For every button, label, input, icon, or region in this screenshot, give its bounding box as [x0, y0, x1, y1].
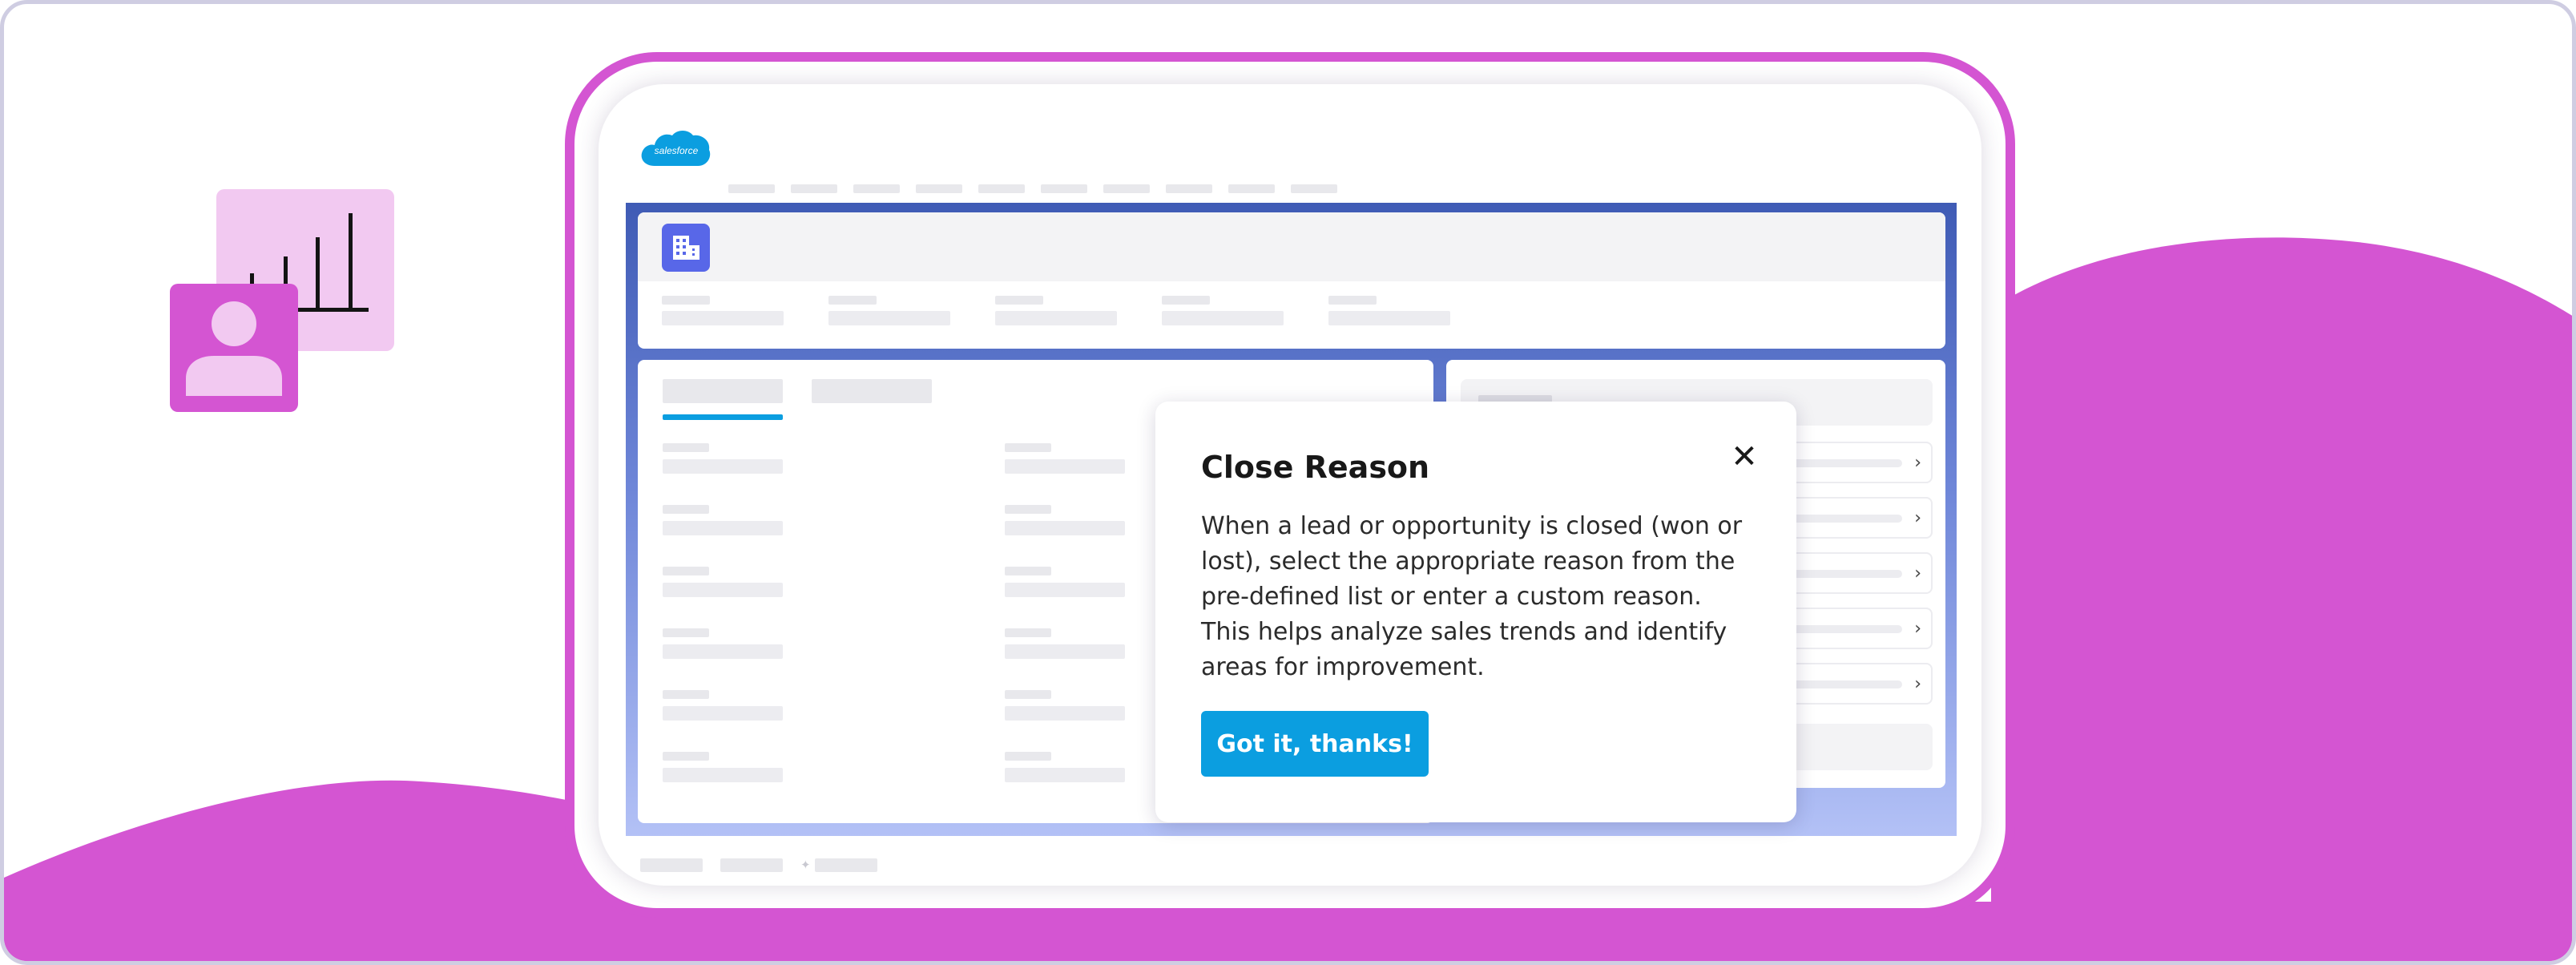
- got-it-button[interactable]: Got it, thanks!: [1201, 711, 1429, 777]
- detail-field: [1005, 690, 1125, 721]
- user-avatar-icon: [170, 284, 298, 412]
- tab-related[interactable]: [812, 379, 932, 403]
- highlight-field: [828, 296, 950, 325]
- chevron-right-icon: ›: [1914, 563, 1921, 583]
- logo-text: salesforce: [655, 145, 699, 156]
- highlight-field: [995, 296, 1117, 325]
- analytics-illustration: [170, 189, 396, 414]
- highlight-field: [1328, 296, 1450, 325]
- nav-item[interactable]: [978, 184, 1025, 193]
- close-icon[interactable]: ✕: [1726, 438, 1763, 475]
- utility-bar: ✦: [640, 858, 877, 872]
- close-reason-popover: Close Reason ✕ When a lead or opportunit…: [1155, 402, 1796, 822]
- detail-field: [1005, 752, 1125, 782]
- nav-item[interactable]: [1103, 184, 1150, 193]
- pin-icon: ✦: [800, 858, 811, 872]
- nav-item[interactable]: [791, 184, 837, 193]
- chevron-right-icon: ›: [1914, 674, 1921, 694]
- nav-item[interactable]: [1228, 184, 1275, 193]
- detail-field: [1005, 567, 1125, 597]
- detail-field: [663, 567, 783, 597]
- nav-item[interactable]: [853, 184, 900, 193]
- global-nav-placeholder: [728, 184, 1337, 193]
- popover-body: When a lead or opportunity is closed (wo…: [1201, 512, 1743, 681]
- nav-item[interactable]: [1291, 184, 1337, 193]
- nav-item[interactable]: [1166, 184, 1212, 193]
- active-tab-indicator: [663, 414, 783, 420]
- detail-field: [663, 752, 783, 782]
- highlight-field: [1162, 296, 1284, 325]
- chevron-right-icon: ›: [1914, 453, 1921, 473]
- detail-field: [1005, 505, 1125, 535]
- chevron-right-icon: ›: [1914, 619, 1921, 639]
- detail-field: [1005, 443, 1125, 474]
- tab-details[interactable]: [663, 379, 783, 403]
- salesforce-logo[interactable]: salesforce: [640, 124, 712, 176]
- utility-item[interactable]: [815, 858, 877, 872]
- utility-item[interactable]: [720, 858, 783, 872]
- promo-canvas: salesforce › › › › › ✦ Close Reason ✕ Wh…: [0, 0, 2576, 965]
- building-icon: [662, 224, 710, 272]
- chevron-right-icon: ›: [1914, 508, 1921, 528]
- nav-item[interactable]: [728, 184, 775, 193]
- nav-item[interactable]: [916, 184, 962, 193]
- detail-field: [1005, 628, 1125, 659]
- utility-item[interactable]: [640, 858, 703, 872]
- popover-title: Close Reason: [1201, 450, 1430, 485]
- nav-item[interactable]: [1041, 184, 1087, 193]
- detail-field: [663, 690, 783, 721]
- detail-field: [663, 505, 783, 535]
- highlight-field: [662, 296, 784, 325]
- detail-field: [663, 443, 783, 474]
- record-header: [638, 212, 1945, 349]
- detail-field: [663, 628, 783, 659]
- outer-frame: salesforce › › › › › ✦ Close Reason ✕ Wh…: [0, 0, 2576, 965]
- record-header-top: [638, 212, 1945, 281]
